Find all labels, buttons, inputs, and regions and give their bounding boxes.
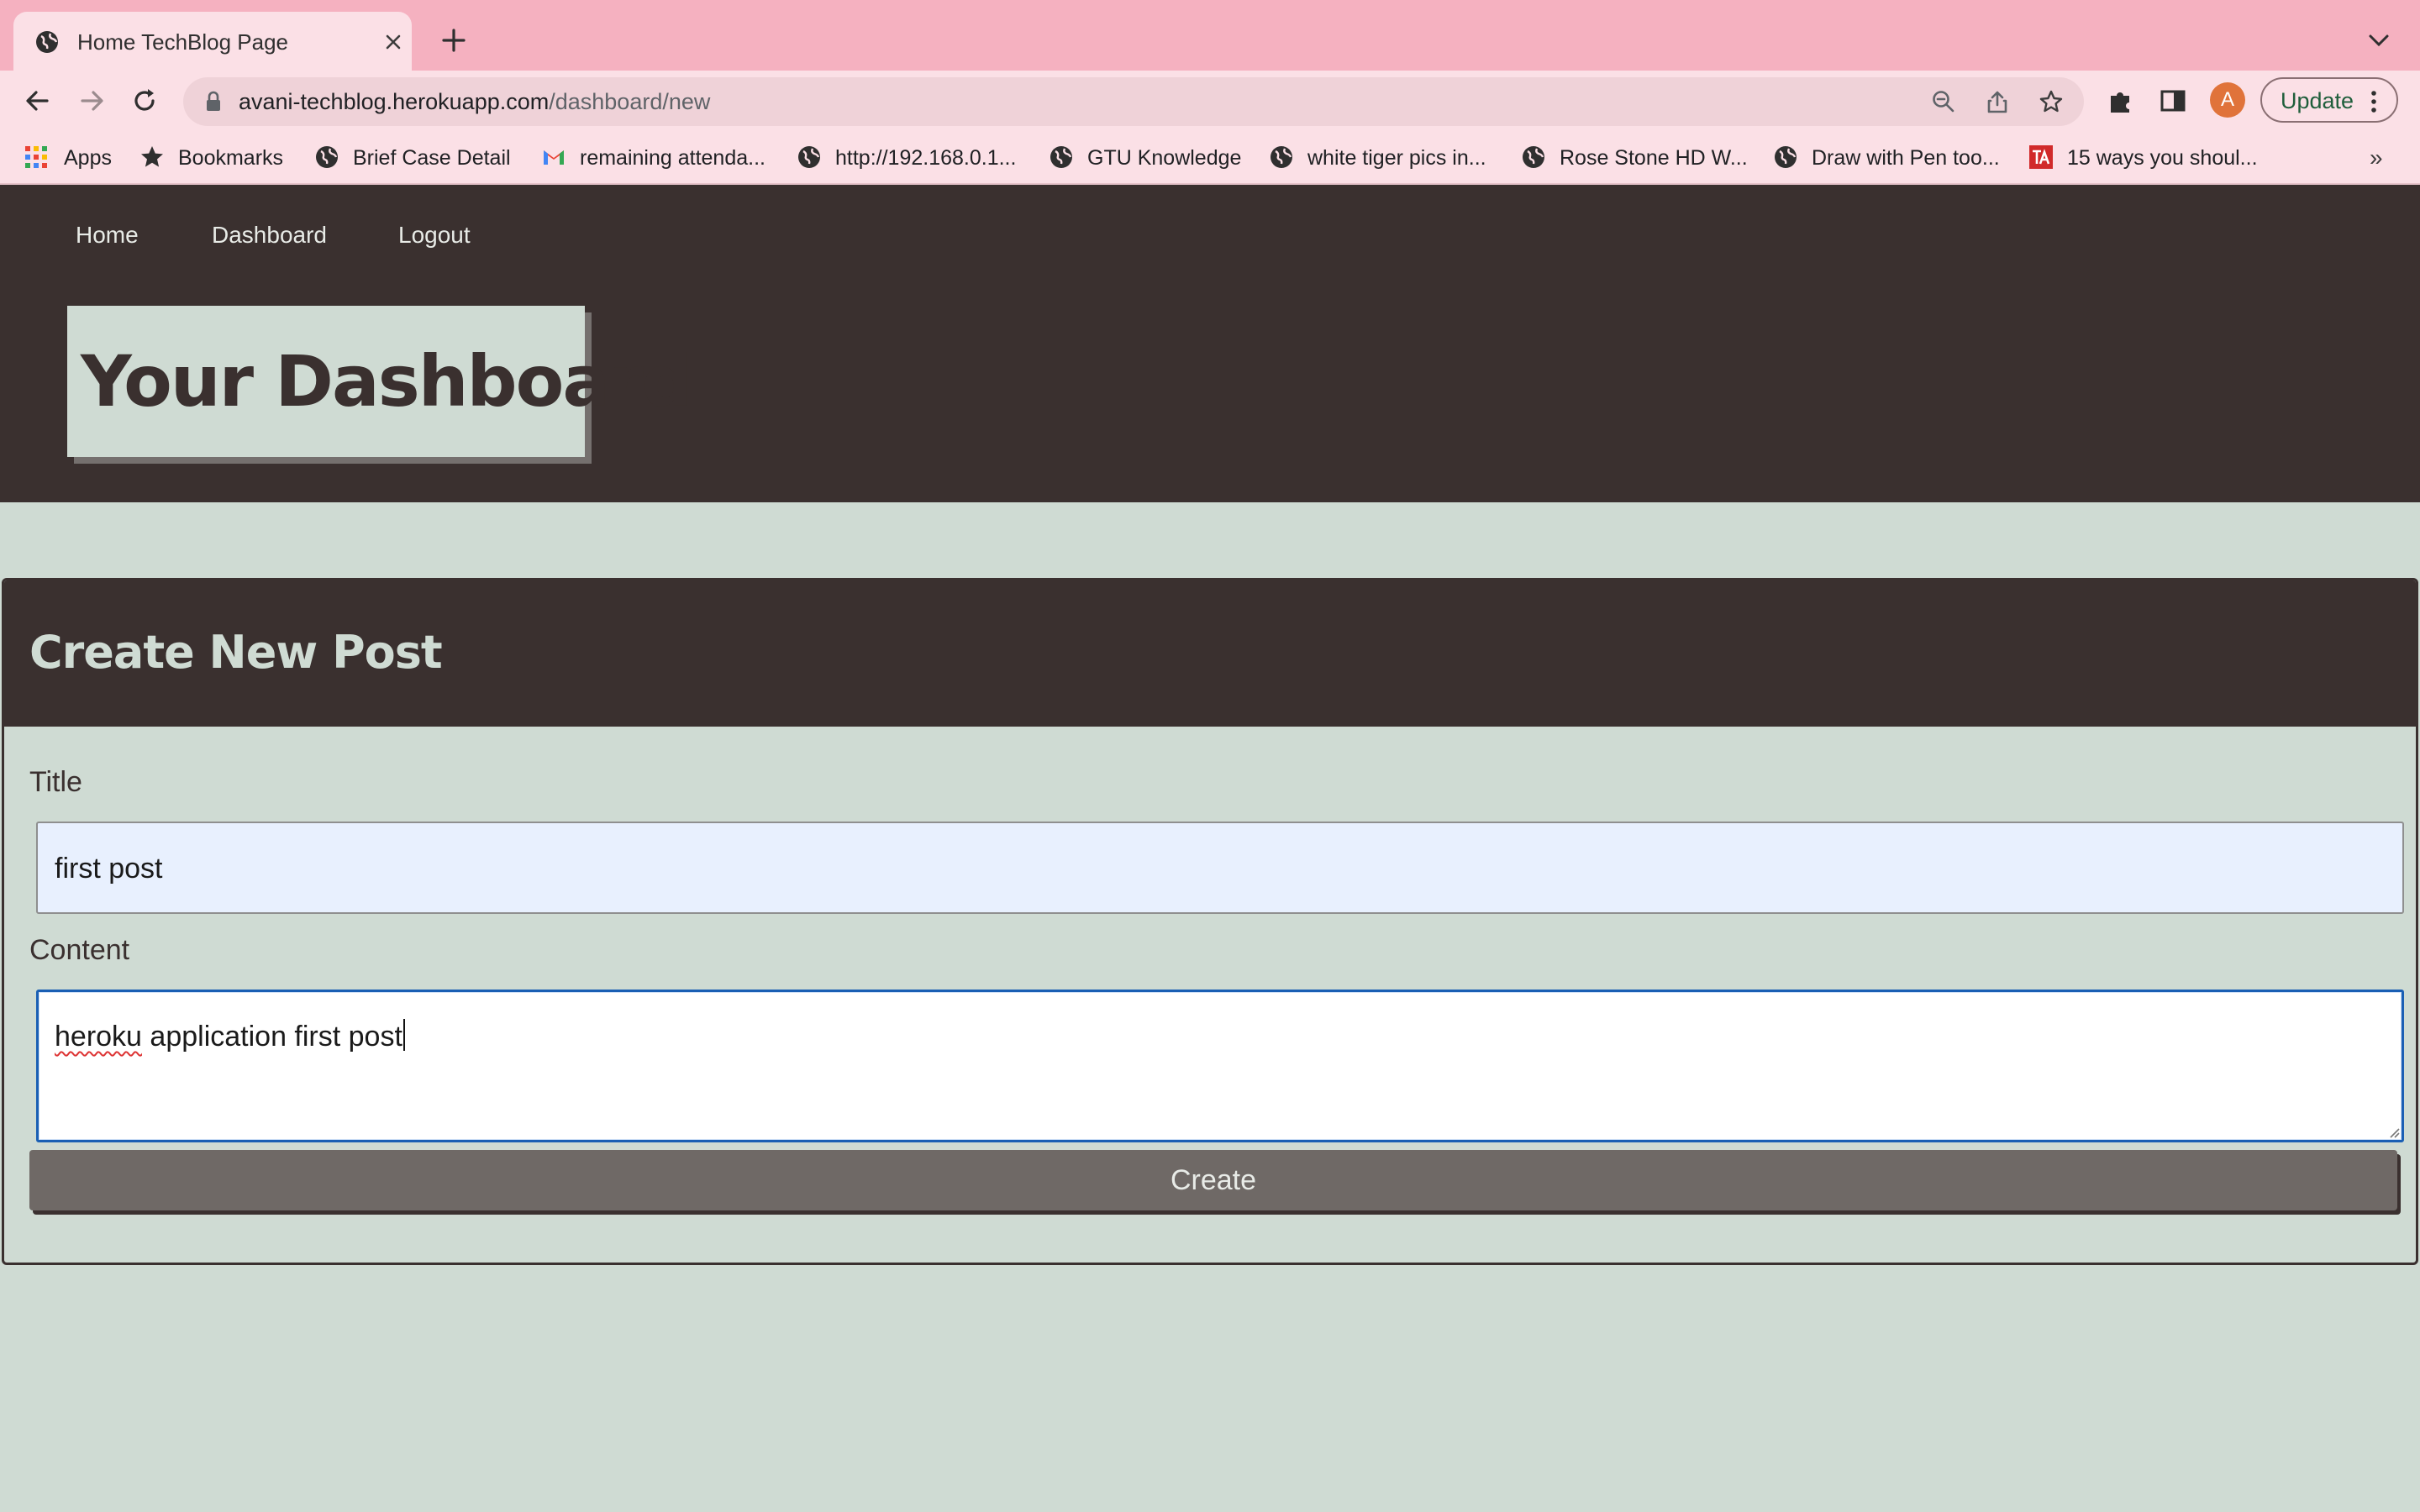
globe-icon	[1050, 146, 1072, 168]
nav-logout-link[interactable]: Logout	[398, 218, 471, 252]
bookmark-label: GTU Knowledge	[1087, 146, 1242, 170]
chevron-down-icon[interactable]	[2366, 30, 2391, 50]
bookmark-label: Rose Stone HD W...	[1560, 146, 1748, 170]
star-icon	[141, 146, 163, 167]
globe-icon	[798, 146, 820, 168]
nav-home-link[interactable]: Home	[76, 218, 139, 252]
lock-icon[interactable]	[205, 91, 222, 113]
page-title-box: Your Dashboard	[67, 306, 692, 457]
content-text: application first post	[141, 1021, 402, 1053]
create-button-label: Create	[1170, 1164, 1257, 1196]
bookmark-label: Bookmarks	[178, 146, 284, 170]
bookmark-label: Apps	[64, 146, 112, 170]
new-post-card: Create New Post Title first post Content…	[2, 578, 2418, 1265]
card-title: Create New Post	[29, 626, 443, 679]
forward-arrow-icon[interactable]	[76, 84, 109, 118]
bookmark-label: Draw with Pen too...	[1812, 146, 2000, 170]
title-input[interactable]: first post	[36, 822, 2404, 914]
page-title: Your Dashboard	[81, 340, 692, 423]
address-bar[interactable]: avani-techblog.herokuapp.com/dashboard/n…	[183, 77, 2084, 126]
content-label: Content	[29, 934, 130, 966]
browser-tab[interactable]: Home TechBlog Page	[13, 12, 412, 71]
url-text: avani-techblog.herokuapp.com/dashboard/n…	[239, 86, 710, 118]
bookmark-label: 15 ways you shoul...	[2067, 146, 2258, 170]
gmail-icon	[544, 150, 564, 165]
site-header: Home Dashboard Logout Your Dashboard	[0, 185, 2420, 502]
back-arrow-icon[interactable]	[20, 84, 54, 118]
tab-strip: Home TechBlog Page	[0, 0, 2420, 71]
zoom-out-icon[interactable]	[1931, 89, 1956, 114]
reload-icon[interactable]	[128, 84, 161, 118]
misspelled-word: heroku	[55, 1021, 142, 1053]
globe-icon	[1523, 146, 1544, 168]
globe-icon	[36, 31, 58, 53]
bookmark-label: Brief Case Detail	[353, 146, 511, 170]
extensions-puzzle-icon[interactable]	[2106, 86, 2136, 116]
url-path: /dashboard/new	[549, 89, 711, 114]
content-textarea-value: heroku application first post	[55, 1018, 405, 1055]
resize-grip-icon[interactable]	[2386, 1125, 2400, 1138]
new-tab-icon[interactable]	[439, 25, 469, 55]
share-icon[interactable]	[1985, 89, 2010, 114]
side-panel-icon[interactable]	[2158, 86, 2188, 116]
title-label: Title	[29, 766, 82, 798]
nav-dashboard-link[interactable]: Dashboard	[212, 218, 327, 252]
text-caret	[402, 1019, 405, 1051]
bookmark-label: remaining attenda...	[580, 146, 765, 170]
tab-title: Home TechBlog Page	[77, 29, 289, 55]
url-host: avani-techblog.herokuapp.com	[239, 89, 550, 114]
content-textarea[interactable]: heroku application first post	[36, 990, 2404, 1142]
title-input-value: first post	[55, 853, 163, 885]
more-vert-icon	[2371, 91, 2376, 113]
apps-grid-icon	[25, 146, 47, 168]
globe-icon	[316, 146, 338, 168]
card-header: Create New Post	[4, 580, 2416, 727]
update-label: Update	[2281, 88, 2354, 113]
close-icon[interactable]	[380, 29, 407, 55]
bookmark-label: white tiger pics in...	[1307, 146, 1486, 170]
browser-toolbar: avani-techblog.herokuapp.com/dashboard/n…	[0, 71, 2420, 133]
create-button[interactable]: Create	[29, 1150, 2397, 1210]
bookmark-star-icon[interactable]	[2039, 89, 2064, 114]
profile-avatar[interactable]: A	[2210, 82, 2245, 118]
ta-icon	[2029, 145, 2053, 169]
bookmarks-bar: Apps Bookmarks Brief Case Detail remaini…	[0, 133, 2420, 185]
globe-icon	[1270, 146, 1292, 168]
bookmark-label: http://192.168.0.1...	[835, 146, 1017, 170]
bookmarks-overflow-button[interactable]: »	[2370, 144, 2383, 171]
globe-icon	[1775, 146, 1797, 168]
update-button[interactable]: Update	[2260, 77, 2398, 123]
